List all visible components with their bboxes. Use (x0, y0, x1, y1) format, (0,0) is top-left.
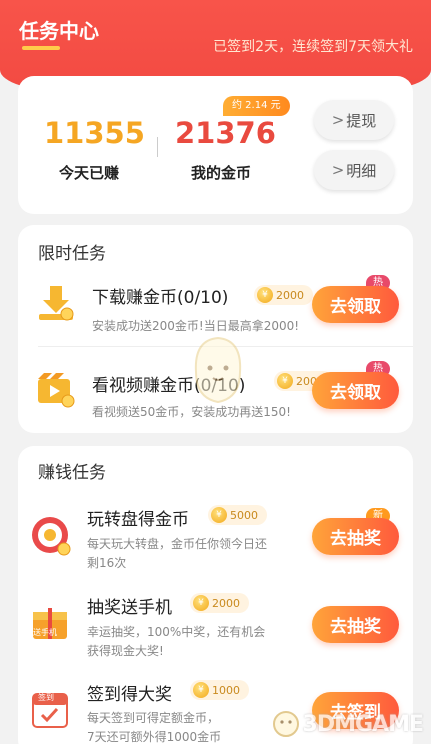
mascot-logo-icon (272, 711, 299, 737)
my-coins-value: 21376 (175, 116, 276, 150)
coin-icon: ¥ (193, 595, 209, 611)
prize-wheel-icon (32, 517, 71, 556)
task-description-line2: 获得现金大奖! (87, 644, 164, 658)
task-description: 安装成功送200金币!当日最高拿2000! (92, 319, 300, 333)
limited-tasks-card: 限时任务 下载赚金币(0/10) ¥ 2000 安装成功送200金币!当日最高拿… (18, 225, 413, 433)
gift-box-label: 送手机 (33, 628, 57, 637)
divider (38, 346, 413, 347)
task-description-line1: 幸运抽奖，100%中奖，还有机会 (87, 625, 266, 639)
today-earned-label: 今天已赚 (59, 164, 120, 182)
download-icon (39, 286, 74, 321)
task-title: 抽奖送手机 (87, 598, 172, 618)
claim-button[interactable]: 去领取 (312, 286, 399, 323)
coin-icon: ¥ (257, 287, 273, 303)
coin-icon: ¥ (277, 373, 293, 389)
video-icon (38, 373, 75, 408)
coin-icon: ¥ (193, 682, 209, 698)
stat-divider (157, 137, 158, 157)
reward-amount: 5000 (230, 508, 258, 522)
section-title: 限时任务 (38, 244, 106, 264)
sign-in-status: 已签到2天，连续签到7天领大礼 (213, 39, 413, 55)
task-description-line2: 剩16次 (87, 556, 127, 570)
earn-tasks-card: 赚钱任务 玩转盘得金币 ¥ 5000 每天玩大转盘，金币任你领今日还 剩16次 … (18, 446, 413, 744)
draw-button[interactable]: 去抽奖 (312, 606, 399, 643)
task-title: 签到得大奖 (87, 685, 172, 705)
task-description-line1: 每天签到可得定额金币， (87, 711, 220, 725)
coin-icon: ¥ (211, 507, 227, 523)
detail-button[interactable]: > 明细 (314, 150, 394, 190)
task-title: 下载赚金币(0/10) (92, 288, 229, 308)
withdraw-label: 提现 (346, 111, 377, 130)
my-coins-label: 我的金币 (191, 164, 252, 182)
draw-button[interactable]: 去抽奖 (312, 518, 399, 555)
watermark: 3DMGAME (271, 709, 424, 739)
task-description: 看视频送50金币，安装成功再送150! (92, 405, 291, 419)
title-underline (22, 46, 60, 50)
reward-pill: ¥ 2000 (190, 593, 249, 613)
withdraw-button[interactable]: > 提现 (314, 100, 394, 140)
task-description-line2: 7天还可额外得1000金币 (87, 730, 222, 744)
task-description-line1: 每天玩大转盘，金币任你领今日还 (87, 537, 268, 551)
page-title: 任务中心 (19, 19, 99, 43)
reward-pill: ¥ 5000 (208, 505, 267, 525)
chevron-right-icon: > (331, 111, 345, 129)
chevron-right-icon: > (331, 161, 345, 179)
reward-pill: ¥ 2000 (254, 285, 313, 305)
detail-label: 明细 (346, 161, 377, 180)
task-title: 看视频赚金币(0/10) (92, 376, 246, 396)
task-title: 玩转盘得金币 (87, 510, 189, 530)
reward-amount: 2000 (212, 596, 240, 610)
watermark-text: 3DMGAME (302, 711, 424, 737)
section-title: 赚钱任务 (38, 463, 106, 483)
today-earned-value: 11355 (44, 116, 145, 150)
approx-value-badge: 约 2.14 元 (223, 96, 290, 116)
calendar-label: 签到 (38, 693, 54, 702)
wallet-card: 11355 今天已赚 约 2.14 元 21376 我的金币 > 提现 > 明细 (18, 76, 413, 214)
reward-amount: 1000 (212, 683, 240, 697)
reward-pill: ¥ 1000 (190, 680, 249, 700)
claim-button[interactable]: 去领取 (312, 372, 399, 409)
reward-amount: 2000 (276, 288, 304, 302)
